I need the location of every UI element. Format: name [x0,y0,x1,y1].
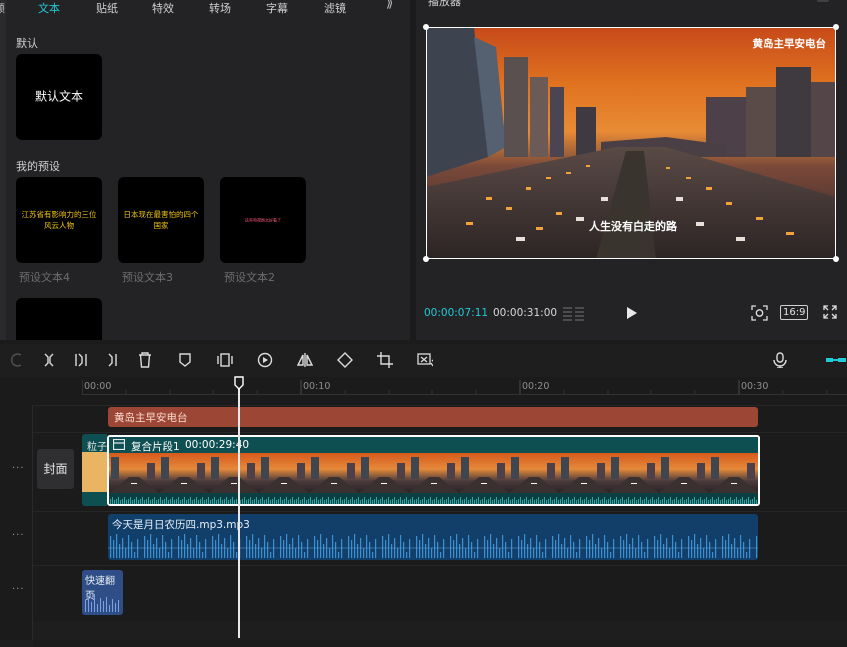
audio-waveform [108,530,758,560]
track-options-icon[interactable]: ··· [12,463,25,474]
left-video-clip[interactable]: 粒子 [82,434,107,506]
preset-card[interactable]: 江苏省有影响力的三位风云人物 [16,177,102,263]
main-video-clip[interactable]: 复合片段1 00:00:29:40 [107,435,760,506]
fit-view-icon[interactable] [751,305,768,321]
left-clip-thumb [82,452,107,492]
split-left-icon[interactable] [73,352,89,368]
preset-card-text: 这些电视剧太好看了 [245,217,281,223]
library-panel [0,0,410,340]
main-clip-header: 复合片段1 00:00:29:40 [109,437,758,453]
preset-caption: 预设文本4 [19,271,70,284]
total-time: 00:00:31:00 [493,307,558,319]
mirror-icon[interactable] [297,352,313,368]
resize-handle[interactable] [833,256,839,262]
section-my-presets: 我的预设 [16,160,60,173]
player-title: 播放器 [428,0,461,8]
sfx-track [0,565,847,621]
main-clip-name: 复合片段1 [131,441,180,453]
expand-tabs-icon[interactable]: ⟫ [386,0,393,11]
snap-toggle-icon[interactable] [826,352,846,368]
current-time: 00:00:07:11 [424,307,489,319]
crop-icon[interactable] [377,352,393,368]
play-icon[interactable] [626,307,638,319]
selection-frame [426,27,836,259]
preset-card-text: 江苏省有影响力的三位风云人物 [21,210,97,230]
freeze-icon[interactable] [217,352,233,368]
preset-card[interactable] [16,298,102,340]
main-clip-thumbnails [109,453,758,493]
microphone-icon[interactable] [773,352,787,368]
track-options-icon[interactable]: ··· [12,584,25,595]
panel-edge [0,0,6,340]
sfx-waveform [85,594,119,612]
video-preview[interactable]: 黄岛主早安电台 人生没有白走的路 [426,27,836,259]
resize-handle[interactable] [423,24,429,30]
main-clip-waveform [109,493,758,504]
ruler-ticks [82,380,828,394]
tab-text[interactable]: 文本 [38,0,60,16]
fullscreen-icon[interactable] [823,305,837,319]
track-headers [0,405,33,640]
tab-effects[interactable]: 特效 [152,0,174,16]
resize-handle[interactable] [833,24,839,30]
sound-effect-clip[interactable]: 快速翻页 [82,570,123,615]
tab-filters[interactable]: 滤镜 [324,0,346,16]
split-right-icon[interactable] [105,352,121,368]
reverse-icon[interactable] [257,352,273,368]
left-clip-label: 粒子 [87,442,107,453]
playhead-handle[interactable] [234,376,244,390]
audio-clip[interactable]: 今天是月日农历四.mp3.mp3 [108,514,758,560]
tab-stickers[interactable]: 贴纸 [96,0,118,16]
undo-icon[interactable] [10,352,26,368]
preset-card[interactable]: 日本现在最害怕的四个国家 [118,177,204,263]
cover-button[interactable]: 封面 [37,449,74,489]
resize-handle[interactable] [423,256,429,262]
text-clip[interactable]: 黄岛主早安电台 [108,407,758,427]
player-menu-button[interactable] [817,0,829,2]
ruler-baseline [82,394,847,395]
timeline-scrollbar[interactable] [33,640,847,647]
playhead[interactable] [238,378,240,638]
marker-icon[interactable] [177,352,193,368]
preset-card-text: 日本现在最害怕的四个国家 [123,210,199,230]
preset-caption: 预设文本3 [122,271,173,284]
tab-transitions[interactable]: 转场 [209,0,231,16]
tab-media[interactable]: 颜 [0,0,5,16]
smart-cut-icon[interactable] [417,352,433,368]
track-options-icon[interactable]: ··· [12,530,25,541]
aspect-ratio-button[interactable]: 16:9 [780,305,809,320]
default-text-card[interactable]: 默认文本 [16,54,102,140]
default-text-card-label: 默认文本 [34,89,83,104]
section-default: 默认 [16,37,38,50]
compound-clip-icon [113,439,125,450]
rotate-icon[interactable] [337,352,353,368]
preset-card[interactable]: 这些电视剧太好看了 [220,177,306,263]
grid-icon[interactable] [563,306,585,322]
tab-captions[interactable]: 字幕 [266,0,288,16]
delete-icon[interactable] [137,352,153,368]
text-clip-label: 黄岛主早安电台 [114,412,188,424]
split-icon[interactable] [41,352,57,368]
preset-caption: 预设文本2 [224,271,275,284]
